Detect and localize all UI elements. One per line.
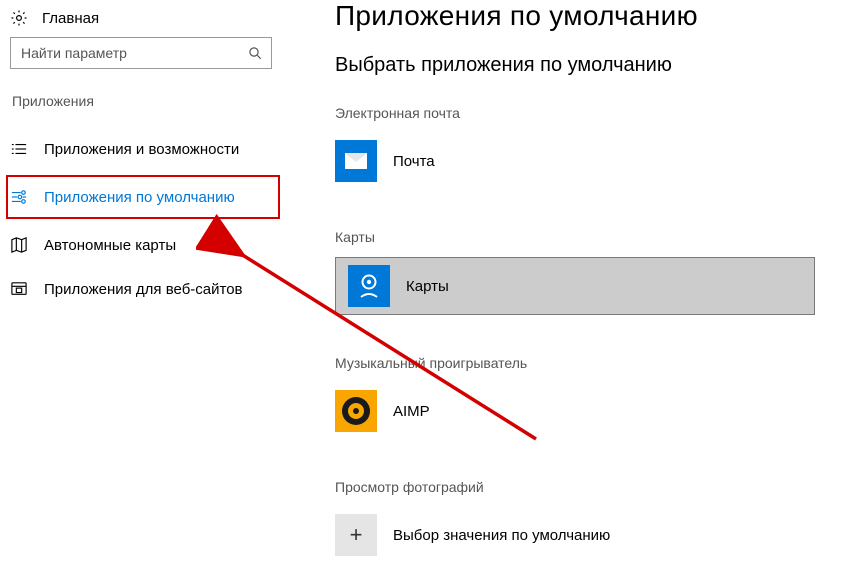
sidebar-item-label: Приложения по умолчанию <box>44 189 272 206</box>
sidebar-item-apps-websites[interactable]: Приложения для веб-сайтов <box>6 267 280 311</box>
maps-app-icon <box>348 265 390 307</box>
choose-defaults-heading: Выбрать приложения по умолчанию <box>335 54 827 77</box>
app-label: Почта <box>393 153 435 170</box>
category-music: Музыкальный проигрыватель <box>335 355 827 371</box>
search-input[interactable] <box>19 44 248 62</box>
page-title: Приложения по умолчанию <box>335 0 827 32</box>
sidebar-item-default-apps[interactable]: Приложения по умолчанию <box>6 175 280 219</box>
sidebar-item-label: Автономные карты <box>44 237 274 254</box>
sidebar-item-apps-features[interactable]: Приложения и возможности <box>6 127 280 171</box>
sidebar-item-offline-maps[interactable]: Автономные карты <box>6 223 280 267</box>
sidebar-item-label: Приложения и возможности <box>44 141 274 158</box>
default-maps-app[interactable]: Карты <box>335 257 815 315</box>
home-label: Главная <box>42 10 99 27</box>
app-label: AIMP <box>393 403 430 420</box>
search-input-wrapper[interactable] <box>10 37 272 69</box>
sidebar-section-heading: Приложения <box>6 93 280 109</box>
default-apps-icon <box>10 189 28 205</box>
app-label: Карты <box>406 278 449 295</box>
sidebar-home[interactable]: Главная <box>6 5 280 37</box>
app-label: Выбор значения по умолчанию <box>393 527 610 544</box>
default-music-app[interactable]: AIMP <box>335 383 827 439</box>
map-icon <box>10 237 28 253</box>
category-email: Электронная почта <box>335 105 827 121</box>
mail-icon <box>335 140 377 182</box>
website-apps-icon <box>10 281 28 297</box>
aimp-icon <box>335 390 377 432</box>
content-pane: Приложения по умолчанию Выбрать приложен… <box>280 0 847 508</box>
sidebar-item-label: Приложения для веб-сайтов <box>44 281 274 298</box>
apps-list-icon <box>10 141 28 157</box>
search-icon <box>248 46 263 61</box>
default-email-app[interactable]: Почта <box>335 133 827 189</box>
plus-icon: + <box>335 514 377 556</box>
category-maps: Карты <box>335 229 827 245</box>
category-photos: Просмотр фотографий <box>335 479 827 495</box>
sidebar: Главная Приложения Приложения и возможно… <box>0 0 280 508</box>
default-photos-app[interactable]: + Выбор значения по умолчанию <box>335 507 827 563</box>
gear-icon <box>10 9 28 27</box>
